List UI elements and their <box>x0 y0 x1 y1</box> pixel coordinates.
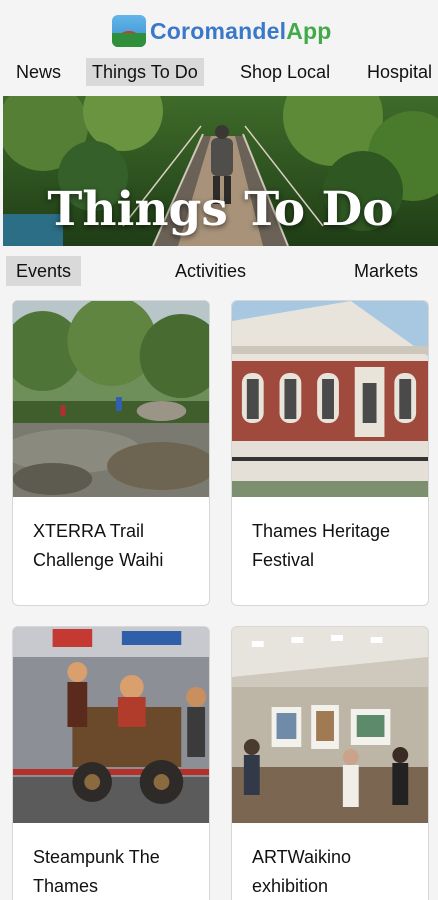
nav-item-hospital[interactable]: Hospital <box>361 58 438 86</box>
tab-markets[interactable]: Markets <box>344 256 428 286</box>
event-card[interactable]: Thames Heritage Festival <box>231 300 429 606</box>
logo-icon <box>112 15 146 47</box>
nav-item-news[interactable]: News <box>10 58 67 86</box>
tab-events[interactable]: Events <box>6 256 82 286</box>
main-nav: News Things To Do Shop Local Hospital <box>0 58 438 86</box>
event-card[interactable]: Steampunk The Thames <box>12 626 210 900</box>
event-image-heritage <box>232 301 428 497</box>
app-header: CoromandelApp <box>0 0 438 58</box>
nav-item-shop-local[interactable]: Shop Local <box>234 58 336 86</box>
event-card-title: XTERRA Trail Challenge Waihi <box>33 521 164 570</box>
event-image-artwaikino <box>232 627 428 823</box>
event-image-xterra <box>13 301 209 497</box>
event-image-steampunk <box>13 627 209 823</box>
event-card-title: Steampunk The Thames <box>33 847 160 896</box>
category-tabs: Events Activities Markets <box>0 256 438 286</box>
app-name-part1: Coromandel <box>150 17 287 44</box>
event-card-title: ARTWaikino exhibition <box>252 847 352 896</box>
event-card[interactable]: ARTWaikino exhibition <box>231 626 429 900</box>
tab-activities[interactable]: Activities <box>165 256 256 286</box>
hero-title: Things To Do <box>47 182 394 237</box>
event-card-title: Thames Heritage Festival <box>252 521 391 570</box>
app-name-part2: App <box>286 17 332 44</box>
event-card[interactable]: XTERRA Trail Challenge Waihi <box>12 300 210 606</box>
hero-banner: Things To Do <box>3 96 438 246</box>
app-logo[interactable]: CoromandelApp <box>112 14 332 48</box>
nav-item-things-to-do[interactable]: Things To Do <box>86 58 204 86</box>
app-name: CoromandelApp <box>150 18 332 45</box>
